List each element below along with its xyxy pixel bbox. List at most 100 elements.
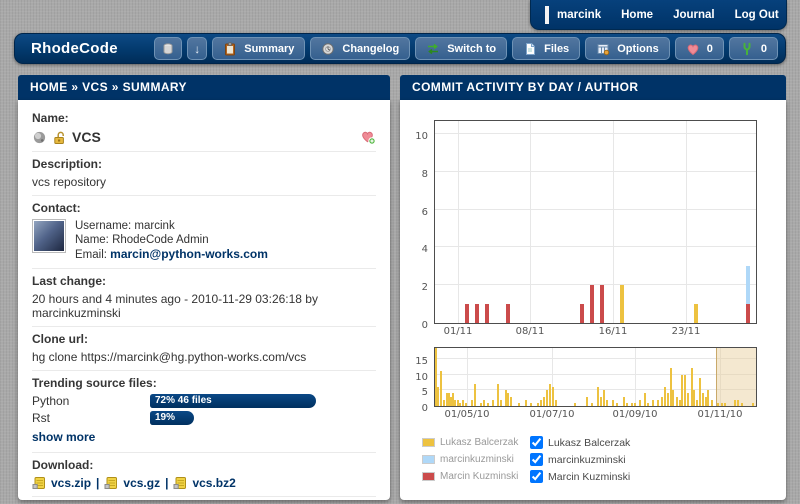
- nav-options-button[interactable]: Options: [585, 37, 670, 60]
- chart-bar: [492, 400, 494, 406]
- chart-bar: [580, 304, 584, 323]
- chart-bar: [500, 400, 502, 406]
- author-checkbox-label: Lukasz Balcerzak: [548, 437, 786, 449]
- grid-v: [686, 121, 687, 323]
- chart-bar: [591, 403, 593, 406]
- chart-bar: [647, 403, 649, 406]
- chart-bar: [699, 378, 701, 406]
- chart-bar: [639, 400, 641, 406]
- commit-activity-overview-chart: 051015 01/05/1001/07/1001/09/1001/11/10: [434, 347, 786, 424]
- chart-bar: [600, 397, 602, 406]
- author-checkbox[interactable]: [530, 470, 543, 483]
- description-section: Description: vcs repository: [32, 152, 376, 196]
- chart-bar: [694, 304, 698, 323]
- chart-bar: [631, 403, 633, 406]
- brand-logo[interactable]: RhodeCode: [15, 40, 134, 57]
- chart-bar: [465, 304, 469, 323]
- trending-section: Trending source files: Python 72% 46 fil…: [32, 371, 376, 453]
- chart-bar: [721, 403, 723, 406]
- journal-link[interactable]: Journal: [663, 9, 725, 21]
- chart-bar: [465, 403, 467, 406]
- chart-legend: Lukasz Balcerzak Lukasz Balcerzak marcin…: [422, 434, 786, 485]
- chart-bar: [693, 390, 695, 406]
- heart-icon: [686, 42, 700, 56]
- overview-plot-area[interactable]: [434, 347, 757, 407]
- repo-db-button[interactable]: [154, 37, 182, 60]
- mercurial-icon: [32, 130, 47, 145]
- chart-bar: [681, 375, 683, 407]
- followers-button[interactable]: 0: [675, 37, 724, 60]
- chart-bar: [676, 397, 678, 406]
- legend-label: Lukasz Balcerzak: [440, 437, 530, 448]
- chart-bar: [540, 400, 542, 406]
- chart-bar: [702, 393, 704, 406]
- show-more-link[interactable]: show more: [32, 430, 95, 444]
- chart-bar: [661, 397, 663, 406]
- chart-bar: [756, 397, 757, 406]
- chart-bar: [626, 403, 628, 406]
- x-axis-labels: 01/05/1001/07/1001/09/1001/11/10: [434, 409, 759, 424]
- contact-section: Contact: Username: marcink Name: RhodeCo…: [32, 196, 376, 269]
- legend-swatch: [422, 472, 435, 481]
- contact-email-link[interactable]: marcin@python-works.com: [110, 247, 268, 261]
- breadcrumb-home[interactable]: HOME: [30, 80, 68, 94]
- home-link[interactable]: Home: [611, 9, 663, 21]
- xtick: 01/05/10: [445, 409, 490, 420]
- grid-h: [435, 209, 756, 210]
- archive-icon: [173, 476, 187, 490]
- chart-bar: [684, 375, 686, 407]
- legend-label: Marcin Kuzminski: [440, 471, 530, 482]
- repo-switcher-button[interactable]: ↓: [187, 37, 207, 60]
- clipboard-icon: [223, 42, 237, 56]
- author-checkbox[interactable]: [530, 453, 543, 466]
- download-bz2-link[interactable]: vcs.bz2: [192, 476, 235, 490]
- clone-url-text: hg clone https://marcink@hg.python-works…: [32, 350, 376, 364]
- nav-changelog-label: Changelog: [342, 43, 399, 55]
- nav-switch-to-button[interactable]: Switch to: [415, 37, 507, 60]
- chart-bar: [549, 384, 551, 406]
- nav-changelog-button[interactable]: Changelog: [310, 37, 410, 60]
- download-gz-link[interactable]: vcs.gz: [123, 476, 160, 490]
- chart-bar: [443, 400, 445, 406]
- grid-h: [435, 374, 756, 375]
- archive-icon: [104, 476, 118, 490]
- clone-url-section: Clone url: hg clone https://marcink@hg.p…: [32, 327, 376, 371]
- chart-bar: [717, 403, 719, 406]
- download-zip-link[interactable]: vcs.zip: [51, 476, 91, 490]
- breadcrumb-repo[interactable]: VCS: [82, 80, 108, 94]
- navbar-buttons: ↓ Summary Changelog Switch to: [154, 37, 785, 60]
- follow-heart-button[interactable]: [360, 129, 376, 145]
- summary-panel: HOME » VCS » SUMMARY Name: VCS: [18, 75, 390, 500]
- chart-bar: [616, 403, 618, 406]
- forks-button[interactable]: 0: [729, 37, 778, 60]
- user-bar: marcink Home Journal Log Out: [530, 0, 787, 30]
- commit-activity-title: COMMIT ACTIVITY BY DAY / AUTHOR: [400, 75, 786, 100]
- file-icon: [523, 42, 537, 56]
- grid-h: [435, 284, 756, 285]
- ytick: 8: [422, 169, 428, 180]
- nav-summary-button[interactable]: Summary: [212, 37, 305, 60]
- chart-bar: [746, 304, 750, 323]
- fork-icon: [740, 42, 754, 56]
- trending-lang: Python: [32, 394, 150, 408]
- logout-link[interactable]: Log Out: [725, 9, 789, 21]
- trending-label: Trending source files:: [32, 376, 376, 390]
- chart-bar: [485, 304, 489, 323]
- chart-bar: [741, 403, 743, 406]
- chart-bar: [507, 393, 509, 406]
- selection: [716, 348, 757, 406]
- legend-row: marcinkuzminski marcinkuzminski: [422, 451, 786, 468]
- legend-row: Lukasz Balcerzak Lukasz Balcerzak: [422, 434, 786, 451]
- breadcrumb-separator: »: [112, 80, 119, 94]
- x-axis-labels: 01/1108/1116/1123/11: [434, 326, 759, 341]
- chart-bar: [644, 393, 646, 406]
- ytick: 0: [422, 403, 428, 414]
- nav-files-button[interactable]: Files: [512, 37, 580, 60]
- ytick: 5: [422, 387, 428, 398]
- author-checkbox[interactable]: [530, 436, 543, 449]
- description-label: Description:: [32, 157, 376, 171]
- chart-plot-area[interactable]: [434, 120, 757, 324]
- name-label: Name:: [32, 111, 376, 125]
- xtick: 01/09/10: [613, 409, 658, 420]
- username[interactable]: marcink: [549, 9, 611, 21]
